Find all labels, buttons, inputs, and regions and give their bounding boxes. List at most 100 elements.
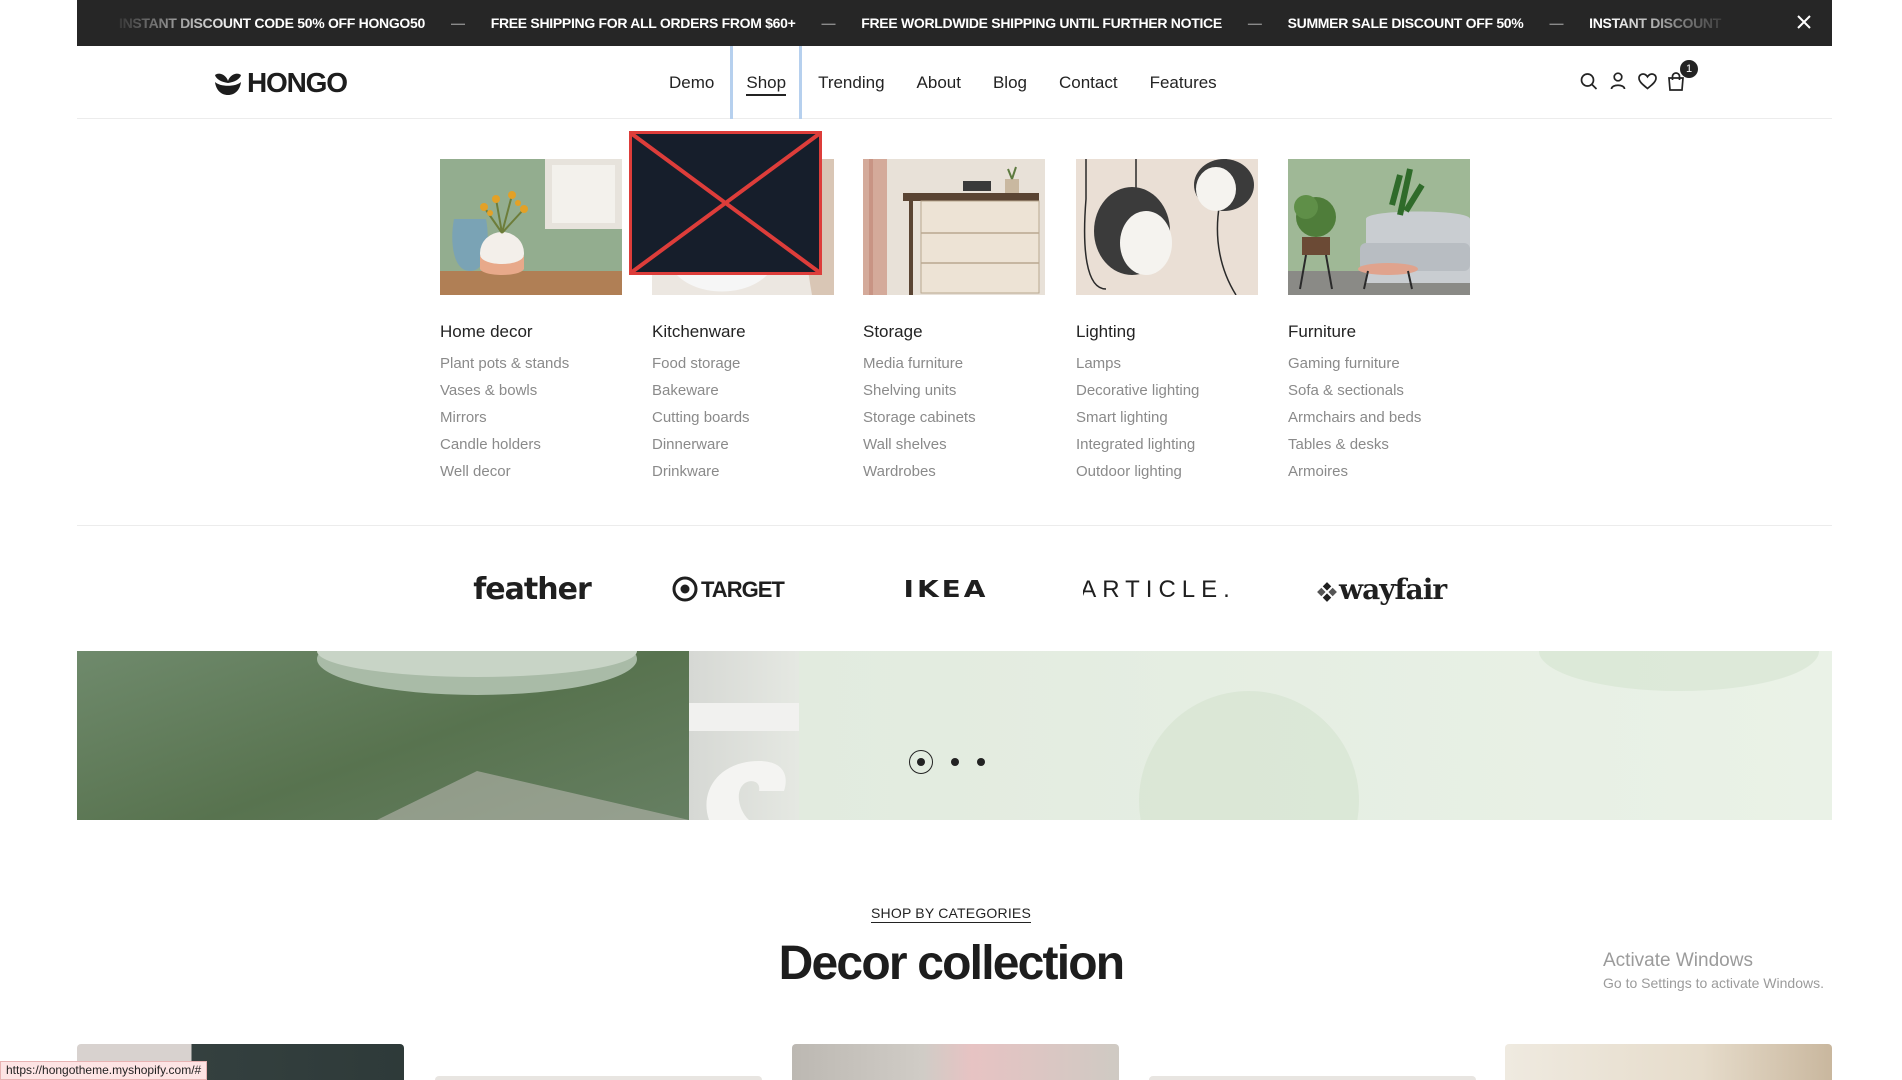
nav-label: Contact — [1059, 73, 1118, 92]
storage-image[interactable] — [863, 159, 1045, 295]
mega-link[interactable]: Gaming furniture — [1288, 354, 1470, 381]
mega-column-storage: Storage Media furniture Shelving units S… — [863, 159, 1045, 489]
shop-mega-menu: Home decor Plant pots & stands Vases & b… — [77, 119, 1832, 651]
mega-link[interactable]: Armoires — [1288, 462, 1470, 489]
mega-link[interactable]: Armchairs and beds — [1288, 408, 1470, 435]
mega-link[interactable]: Media furniture — [863, 354, 1045, 381]
mega-link[interactable]: Drinkware — [652, 462, 834, 489]
section-eyebrow: SHOP BY CATEGORIES — [0, 905, 1902, 923]
close-icon-svg — [1797, 15, 1811, 29]
brand-logo-feather[interactable]: feather — [462, 566, 602, 612]
main-nav: Demo Shop Trending About Blog Contact Fe… — [653, 46, 1233, 119]
nav-label: Trending — [818, 73, 885, 92]
furniture-picture — [1288, 159, 1470, 295]
hero-slider — [77, 651, 1832, 820]
mega-link[interactable]: Food storage — [652, 354, 834, 381]
nav-shop[interactable]: Shop — [730, 46, 803, 119]
hero-image-left — [77, 651, 689, 820]
focus-outline-left — [730, 46, 734, 119]
nav-contact[interactable]: Contact — [1043, 46, 1134, 119]
mega-link[interactable]: Outdoor lighting — [1076, 462, 1258, 489]
mega-link[interactable]: Decorative lighting — [1076, 381, 1258, 408]
nav-blog[interactable]: Blog — [977, 46, 1043, 119]
mega-column-title[interactable]: Kitchenware — [652, 322, 834, 342]
mega-column-lighting: Lighting Lamps Decorative lighting Smart… — [1076, 159, 1258, 489]
nav-label: Demo — [669, 73, 715, 92]
search-icon-svg — [1580, 73, 1598, 90]
category-card[interactable] — [1505, 1044, 1832, 1080]
mega-column-title[interactable]: Storage — [863, 322, 1045, 342]
ikea-logo: IKEA — [904, 577, 986, 604]
mega-link[interactable]: Well decor — [440, 462, 622, 489]
category-card[interactable] — [435, 1076, 762, 1080]
mega-link[interactable]: Bakeware — [652, 381, 834, 408]
hero-background-picture — [1139, 651, 1819, 820]
announcement-separator: — — [451, 15, 465, 31]
slider-dot-1[interactable] — [909, 750, 933, 774]
announcement-separator: — — [1247, 15, 1262, 31]
lighting-picture — [1076, 159, 1258, 295]
mega-link[interactable]: Storage cabinets — [863, 408, 1045, 435]
brand-logos: feather TARGET IKEA ARTICLE. wayfair — [77, 526, 1832, 651]
mega-link[interactable]: Plant pots & stands — [440, 354, 622, 381]
mega-column-title[interactable]: Home decor — [440, 322, 622, 342]
mega-link[interactable]: Candle holders — [440, 435, 622, 462]
target-logo: TARGET — [672, 576, 786, 602]
brand-logo-target[interactable]: TARGET — [671, 566, 801, 612]
logo-text: HONGO — [247, 67, 348, 98]
hero-image-right — [799, 651, 1832, 820]
mega-link[interactable]: Vases & bowls — [440, 381, 622, 408]
cart-count-badge: 1 — [1680, 60, 1698, 78]
mega-link[interactable]: Lamps — [1076, 354, 1258, 381]
search-icon[interactable] — [1579, 70, 1599, 92]
close-icon[interactable] — [1792, 11, 1816, 35]
mega-column-links: Gaming furniture Sofa & sectionals Armch… — [1288, 354, 1470, 489]
mega-column-title[interactable]: Lighting — [1076, 322, 1258, 342]
site-header: HONGO Demo Shop Trending About Blog Cont… — [77, 46, 1832, 119]
nav-demo[interactable]: Demo — [653, 46, 730, 119]
heart-icon[interactable] — [1637, 70, 1657, 92]
svg-text:wayfair: wayfair — [1338, 573, 1448, 606]
mega-link[interactable]: Cutting boards — [652, 408, 834, 435]
lighting-image[interactable] — [1076, 159, 1258, 295]
page: INSTANT DISCOUNT CODE 50% OFF HONGO50 — … — [0, 0, 1902, 1080]
announcement-separator: — — [821, 15, 836, 31]
brand-logo-article[interactable]: ARTICLE. — [1083, 566, 1233, 612]
furniture-image[interactable] — [1288, 159, 1470, 295]
mega-link[interactable]: Integrated lighting — [1076, 435, 1258, 462]
nav-label: About — [916, 73, 961, 92]
mega-column-home-decor: Home decor Plant pots & stands Vases & b… — [440, 159, 622, 489]
mega-link[interactable]: Smart lighting — [1076, 408, 1258, 435]
brand-logo-wayfair[interactable]: wayfair — [1315, 566, 1455, 612]
logo[interactable]: HONGO — [213, 67, 348, 98]
category-card[interactable] — [1149, 1076, 1476, 1080]
mega-link[interactable]: Dinnerware — [652, 435, 834, 462]
slider-dot-2[interactable] — [951, 758, 959, 766]
mega-link[interactable]: Wardrobes — [863, 462, 1045, 489]
slider-dot-3[interactable] — [977, 758, 985, 766]
mega-link[interactable]: Mirrors — [440, 408, 622, 435]
cart-icon[interactable]: 1 — [1666, 60, 1698, 92]
home-decor-image[interactable] — [440, 159, 622, 295]
nav-trending[interactable]: Trending — [802, 46, 900, 119]
mega-column-title[interactable]: Furniture — [1288, 322, 1470, 342]
activate-title: Activate Windows — [1603, 950, 1753, 971]
mega-link[interactable]: Tables & desks — [1288, 435, 1470, 462]
mega-column-links: Plant pots & stands Vases & bowls Mirror… — [440, 354, 622, 489]
slider-pagination — [909, 750, 985, 774]
mega-link[interactable]: Sofa & sectionals — [1288, 381, 1470, 408]
mega-column-links: Food storage Bakeware Cutting boards Din… — [652, 354, 834, 489]
brand-logo-ikea[interactable]: IKEA — [889, 566, 1004, 612]
announcement-item: FREE SHIPPING FOR ALL ORDERS FROM $60+ — [490, 15, 796, 31]
announcement-fade-right — [1607, 0, 1767, 46]
shop-by-categories-link[interactable]: SHOP BY CATEGORIES — [871, 905, 1031, 923]
mega-link[interactable]: Wall shelves — [863, 435, 1045, 462]
mega-link[interactable]: Shelving units — [863, 381, 1045, 408]
activate-subtitle: Go to Settings to activate Windows. — [1603, 975, 1824, 991]
wayfair-logo: wayfair — [1317, 573, 1449, 606]
nav-label: Features — [1149, 73, 1217, 92]
category-card[interactable] — [792, 1044, 1119, 1080]
user-icon[interactable] — [1608, 70, 1628, 92]
nav-features[interactable]: Features — [1134, 46, 1233, 119]
nav-about[interactable]: About — [901, 46, 977, 119]
